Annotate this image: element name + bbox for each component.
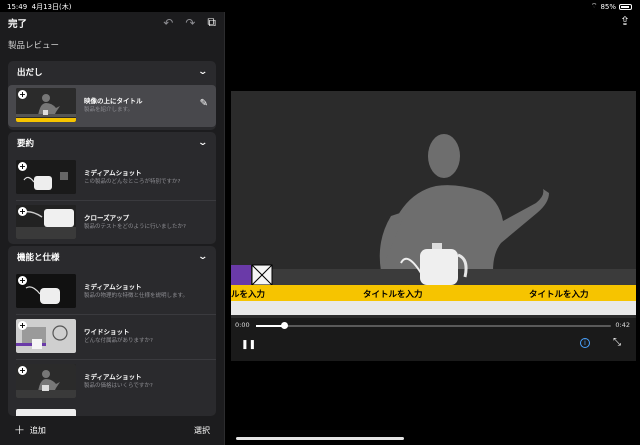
list-item[interactable]: + ミディアムショット 製品の価格はいくらですか?	[8, 361, 216, 403]
sidebar-bottom-bar: + 追加 選択	[0, 416, 224, 445]
clip-subtitle: 製品のテストをどのように行いましたか?	[84, 224, 186, 230]
add-button[interactable]: + 追加	[14, 423, 46, 438]
section-opening: 出だし ⌄ + 映像の上にタイトル 製品を紹介します。 ✎	[8, 61, 216, 130]
status-bar: 15:49 4月13日(木) ⌔ 85%	[0, 0, 640, 12]
title-text: タイトルを入力	[529, 290, 589, 300]
list-item[interactable]: + ミディアムショット 製品の物理的な特徴と仕様を説明します。	[8, 271, 216, 313]
chevron-down-icon[interactable]: ⌄	[198, 67, 209, 77]
status-time: 15:49 4月13日(木)	[7, 3, 72, 11]
pencil-icon[interactable]: ✎	[200, 98, 208, 109]
project-title: 製品レビュー	[8, 41, 60, 51]
expand-icon[interactable]: ⤡	[613, 337, 621, 348]
add-label: 追加	[29, 426, 46, 435]
status-right: ⌔ 85%	[591, 2, 632, 11]
select-button[interactable]: 選択	[194, 425, 210, 436]
clip-subtitle: 製品の価格はいくらですか?	[84, 383, 153, 389]
clip-thumbnail[interactable]: +	[16, 88, 76, 122]
divider	[16, 359, 216, 360]
clip-title: クローズアップ	[84, 214, 130, 222]
list-item[interactable]: + ワイドショット どんな付属品がありますか?	[8, 316, 216, 358]
divider	[16, 314, 216, 315]
section-title: 出だし	[17, 68, 43, 78]
title-overlay[interactable]: ルを入力 タイトルを入力 タイトルを入力	[231, 285, 636, 301]
clip-thumbnail[interactable]: +	[16, 364, 76, 398]
section-header[interactable]: 要約 ⌄	[8, 132, 216, 154]
divider	[16, 200, 216, 201]
wifi-icon: ⌔	[590, 2, 598, 10]
playback-controls: 0:00 0:42 ❚❚ i ⤡	[231, 318, 636, 361]
clip-thumbnail[interactable]: +	[16, 205, 76, 239]
add-clip-icon[interactable]: +	[18, 321, 27, 330]
clip-subtitle: この製品のどんなところが特別ですか?	[84, 179, 181, 185]
split-divider[interactable]	[224, 12, 225, 445]
redo-icon[interactable]: ↷	[185, 16, 195, 30]
undo-icon[interactable]: ↶	[163, 16, 173, 30]
clip-title: ミディアムショット	[84, 283, 142, 291]
add-clip-icon[interactable]: +	[18, 162, 27, 171]
clip-thumbnail[interactable]: +	[16, 319, 76, 353]
section-title: 要約	[17, 139, 35, 149]
plus-icon: +	[14, 423, 25, 438]
add-clip-icon[interactable]: +	[18, 366, 27, 375]
clip-subtitle: どんな付属品がありますか?	[84, 338, 153, 344]
lower-band	[231, 301, 636, 315]
add-clip-icon[interactable]: +	[18, 90, 27, 99]
info-icon[interactable]: i	[580, 338, 590, 348]
clip-title: 映像の上にタイトル	[84, 97, 143, 105]
clapper-icon[interactable]: ⧉	[207, 15, 216, 30]
clip-subtitle: 製品の物理的な特徴と仕様を説明します。	[84, 293, 188, 299]
pause-icon[interactable]: ❚❚	[241, 340, 256, 350]
battery-percent: 85%	[600, 2, 616, 11]
sidebar: 完了 ↶ ↷ ⧉ 製品レビュー 出だし ⌄ + 映像の上にタイトル 製品を紹介し…	[0, 12, 224, 445]
list-item[interactable]: + ミディアムショット この製品のどんなところが特別ですか?	[8, 157, 216, 199]
list-item[interactable]: + 映像の上にタイトル 製品を紹介します。 ✎	[8, 85, 216, 127]
share-icon[interactable]: ⇪	[620, 14, 630, 28]
section-header[interactable]: 機能と仕様 ⌄	[8, 246, 216, 268]
section-summary: 要約 ⌄ + ミディアムショット この製品のどんなところが特別ですか? + クロ…	[8, 132, 216, 244]
section-features: 機能と仕様 ⌄ + ミディアムショット 製品の物理的な特徴と仕様を説明します。	[8, 246, 216, 416]
sidebar-toolbar: ↶ ↷ ⧉	[163, 15, 216, 30]
clip-title: ミディアムショット	[84, 169, 142, 177]
list-item[interactable]: + クローズアップ 製品のテストをどのように行いましたか?	[8, 202, 216, 244]
add-clip-icon[interactable]: +	[18, 276, 27, 285]
add-clip-icon[interactable]: +	[18, 207, 27, 216]
clip-title: ミディアムショット	[84, 373, 142, 381]
clip-title: ワイドショット	[84, 328, 130, 336]
scrubber-knob[interactable]	[280, 322, 288, 329]
chevron-down-icon[interactable]: ⌄	[198, 138, 209, 148]
title-text: タイトルを入力	[363, 290, 423, 300]
clip-thumbnail[interactable]: +	[16, 160, 76, 194]
time-elapsed: 0:00	[235, 321, 250, 329]
clip-thumbnail[interactable]: +	[16, 274, 76, 308]
home-indicator	[236, 437, 404, 440]
battery-icon	[619, 3, 632, 10]
section-title: 機能と仕様	[17, 253, 60, 263]
scrubber[interactable]	[256, 325, 611, 327]
done-button[interactable]: 完了	[8, 16, 27, 30]
clip-subtitle: 製品を紹介します。	[84, 107, 133, 113]
section-header[interactable]: 出だし ⌄	[8, 61, 216, 83]
list-item[interactable]	[8, 406, 216, 416]
title-text: ルを入力	[231, 290, 266, 300]
time-total: 0:42	[615, 321, 630, 329]
chevron-down-icon[interactable]: ⌄	[198, 252, 209, 262]
clip-thumbnail[interactable]	[16, 409, 76, 416]
